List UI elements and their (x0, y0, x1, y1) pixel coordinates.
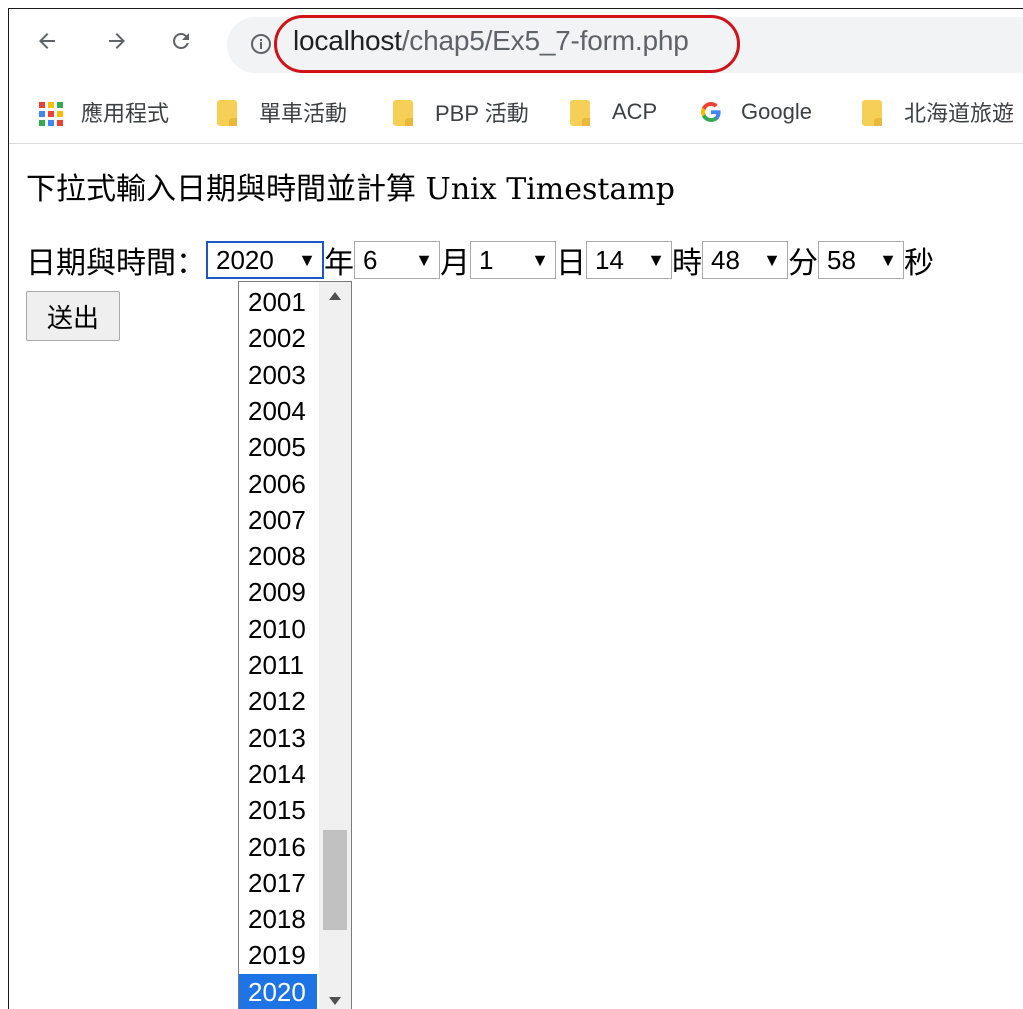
dropdown-option[interactable]: 2004 (239, 393, 317, 429)
bookmarks-bar: 應用程式 單車活動 PBP 活動 ACP Google 北海道旅遊 (9, 81, 1023, 144)
second-select-value: 58 (827, 244, 856, 275)
month-unit: 月 (440, 246, 470, 281)
bookmark-label: Google (741, 99, 812, 124)
dropdown-option[interactable]: 2020 (239, 973, 317, 1009)
minute-select[interactable]: 48 ▼ (702, 241, 788, 279)
dropdown-scrollbar[interactable] (319, 282, 351, 1009)
day-select[interactable]: 1 ▼ (470, 241, 556, 279)
dropdown-option[interactable]: 2017 (239, 865, 317, 901)
bookmark-folder-pbp[interactable]: PBP 活動 (393, 95, 529, 129)
bookmark-folder-hokkaido[interactable]: 北海道旅遊 (862, 95, 1014, 129)
dropdown-option[interactable]: 2002 (239, 320, 317, 356)
dropdown-arrow-icon: ▼ (298, 249, 316, 270)
datetime-form-row: 日期與時間： 2020 ▼ 年 6 ▼ 月 1 ▼ 日 14 ▼ 時 48 ▼ … (26, 240, 934, 281)
browser-window: localhost/chap5/Ex5_7-form.php 應用程式 單車活動… (8, 8, 1023, 1009)
scrollbar-thumb[interactable] (323, 830, 347, 930)
dropdown-option[interactable]: 2009 (239, 574, 317, 610)
dropdown-option[interactable]: 2019 (239, 937, 317, 973)
annotation-circle (274, 15, 740, 73)
form-label: 日期與時間： (26, 246, 206, 281)
dropdown-option[interactable]: 2018 (239, 901, 317, 937)
dropdown-arrow-icon: ▼ (647, 249, 665, 270)
hour-select-value: 14 (595, 244, 624, 275)
bookmark-label: 應用程式 (81, 101, 170, 126)
dropdown-option[interactable]: 2005 (239, 429, 317, 465)
dropdown-option[interactable]: 2007 (239, 502, 317, 538)
apps-grid-icon (39, 100, 63, 126)
info-icon[interactable] (249, 32, 273, 56)
dropdown-option[interactable]: 2015 (239, 792, 317, 828)
minute-select-value: 48 (711, 244, 740, 275)
folder-icon (570, 100, 594, 126)
dropdown-arrow-icon: ▼ (879, 249, 897, 270)
year-dropdown-list[interactable]: 2020 2019 2018 2017 2016 2015 2014 2013 2012 2011… (238, 281, 352, 1009)
bookmark-folder-acp[interactable]: ACP (570, 95, 657, 129)
bookmark-label: PBP 活動 (435, 101, 529, 126)
second-unit: 秒 (904, 246, 934, 281)
dropdown-option[interactable]: 2014 (239, 756, 317, 792)
scroll-up-arrow-icon[interactable] (319, 282, 351, 310)
month-select[interactable]: 6 ▼ (354, 241, 440, 279)
forward-button[interactable] (99, 23, 135, 59)
dropdown-option[interactable]: 2010 (239, 611, 317, 647)
dropdown-option[interactable]: 2011 (239, 647, 317, 683)
folder-icon (217, 100, 241, 126)
reload-icon (173, 33, 189, 49)
dropdown-option[interactable]: 2003 (239, 357, 317, 393)
dropdown-option[interactable]: 2001 (239, 284, 317, 320)
reload-button[interactable] (163, 23, 199, 59)
dropdown-arrow-icon: ▼ (531, 249, 549, 270)
browser-toolbar: localhost/chap5/Ex5_7-form.php (9, 9, 1023, 81)
day-select-value: 1 (479, 244, 494, 275)
page-content: 下拉式輸入日期與時間並計算 Unix Timestamp 日期與時間： 2020… (9, 144, 1023, 1009)
dropdown-arrow-icon: ▼ (415, 249, 433, 270)
bookmark-folder-cycling[interactable]: 單車活動 (217, 95, 347, 129)
google-g-icon (699, 100, 723, 124)
year-unit: 年 (324, 246, 354, 281)
day-unit: 日 (556, 246, 586, 281)
month-select-value: 6 (363, 244, 378, 275)
dropdown-option[interactable]: 2006 (239, 466, 317, 502)
minute-unit: 分 (788, 246, 818, 281)
dropdown-option[interactable]: 2008 (239, 538, 317, 574)
back-button[interactable] (29, 23, 65, 59)
dropdown-arrow-icon: ▼ (763, 249, 781, 270)
back-arrow-icon (39, 33, 55, 49)
submit-button[interactable]: 送出 (26, 291, 120, 341)
bookmark-label: 單車活動 (259, 101, 348, 126)
bookmark-apps[interactable]: 應用程式 (39, 95, 169, 129)
forward-arrow-icon (109, 33, 125, 49)
page-title: 下拉式輸入日期與時間並計算 Unix Timestamp (26, 172, 675, 207)
dropdown-option[interactable]: 2016 (239, 829, 317, 865)
hour-select[interactable]: 14 ▼ (586, 241, 672, 279)
dropdown-option[interactable]: 2013 (239, 720, 317, 756)
hour-unit: 時 (672, 246, 702, 281)
dropdown-option[interactable]: 2012 (239, 683, 317, 719)
bookmark-label: ACP (612, 99, 658, 124)
year-select[interactable]: 2020 ▼ (206, 241, 324, 279)
folder-icon (393, 100, 417, 126)
folder-icon (862, 100, 886, 126)
bookmark-label: 北海道旅遊 (904, 101, 1015, 126)
second-select[interactable]: 58 ▼ (818, 241, 904, 279)
year-select-value: 2020 (216, 244, 274, 275)
scroll-down-arrow-icon[interactable] (319, 987, 351, 1009)
bookmark-google[interactable]: Google (699, 95, 812, 129)
